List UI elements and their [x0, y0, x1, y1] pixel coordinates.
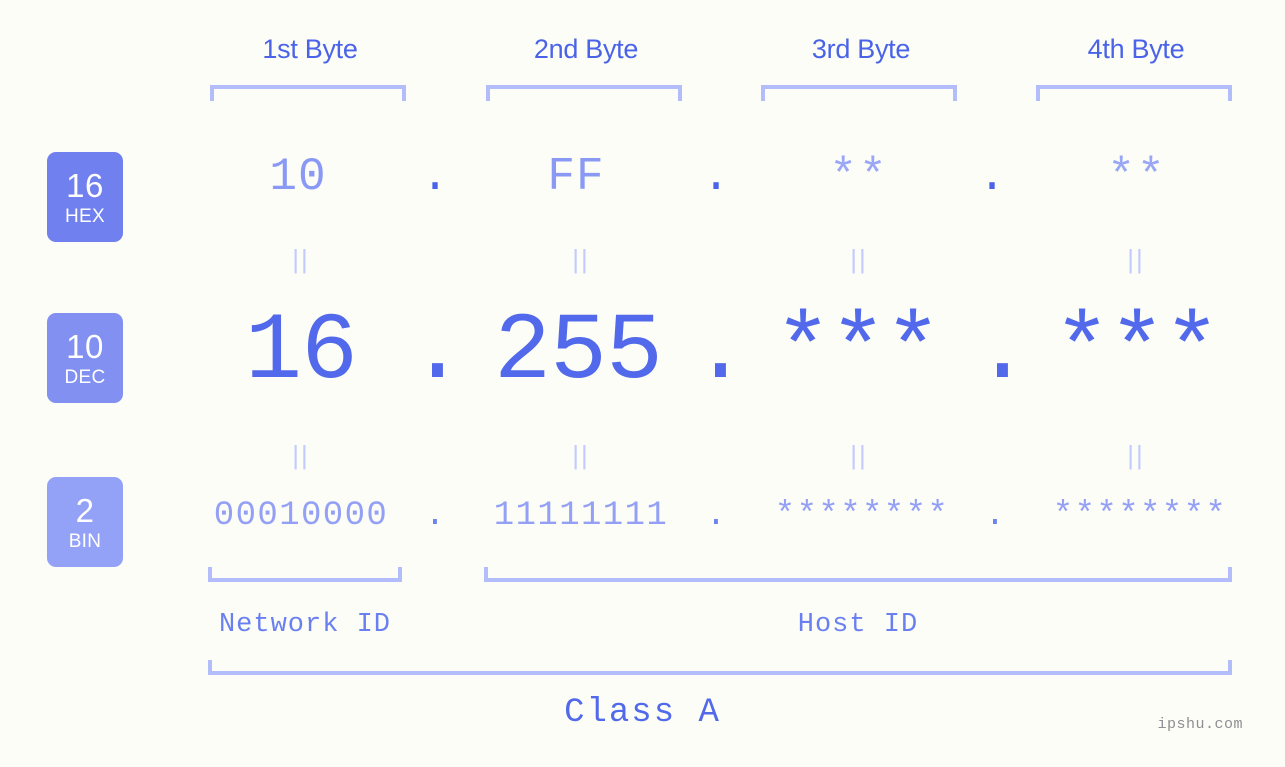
- byte-header-label-4: 4th Byte: [1087, 34, 1185, 64]
- bin-separator-2: .: [705, 497, 727, 535]
- dec-separator-2: .: [692, 298, 750, 406]
- equality-mark-hex-dec-2: ||: [572, 244, 590, 274]
- bin-separator-1: .: [424, 497, 446, 535]
- network-id-label: Network ID: [218, 610, 392, 640]
- base-badge-bin-number: 2: [75, 491, 95, 529]
- hex-byte-value-3: **: [829, 151, 889, 203]
- base-badge-hex: 16 HEX: [47, 152, 123, 242]
- byte-header-label-1: 1st Byte: [262, 34, 358, 64]
- base-badge-dec-name: DEC: [64, 366, 106, 388]
- byte-header-label-3: 3rd Byte: [811, 34, 911, 64]
- byte-bracket-top-3: [761, 85, 957, 101]
- equality-mark-hex-dec-4: ||: [1127, 244, 1145, 274]
- base-badge-dec-number: 10: [66, 327, 104, 365]
- network-id-bracket: [208, 567, 402, 582]
- base-badge-dec: 10 DEC: [47, 313, 123, 403]
- ip-class-label: Class A: [564, 694, 721, 732]
- byte-bracket-top-2: [486, 85, 682, 101]
- hex-byte-value-4: **: [1107, 151, 1167, 203]
- dec-byte-value-4: ***: [1053, 298, 1220, 406]
- hex-byte-value-1: 10: [269, 151, 327, 203]
- hex-separator-1: .: [421, 151, 449, 203]
- dec-separator-1: .: [409, 298, 467, 406]
- equality-mark-dec-bin-1: ||: [292, 440, 310, 470]
- dec-byte-value-2: 255: [493, 298, 663, 406]
- bin-byte-value-2: 11111111: [493, 497, 669, 535]
- bin-byte-value-1: 00010000: [213, 497, 389, 535]
- equality-mark-dec-bin-2: ||: [572, 440, 590, 470]
- site-watermark: ipshu.com: [1157, 716, 1243, 733]
- base-badge-hex-name: HEX: [65, 205, 105, 227]
- dec-byte-value-3: ***: [774, 298, 941, 406]
- hex-separator-2: .: [702, 151, 730, 203]
- dec-separator-3: .: [974, 298, 1032, 406]
- byte-bracket-top-1: [210, 85, 406, 101]
- bin-byte-value-4: ********: [1052, 497, 1228, 535]
- base-badge-bin: 2 BIN: [47, 477, 123, 567]
- equality-mark-hex-dec-1: ||: [292, 244, 310, 274]
- class-bracket: [208, 660, 1232, 675]
- ip-address-breakdown-diagram: 1st Byte 2nd Byte 3rd Byte 4th Byte 16 H…: [0, 0, 1285, 767]
- bin-byte-value-3: ********: [774, 497, 950, 535]
- base-badge-bin-name: BIN: [68, 530, 102, 552]
- equality-mark-dec-bin-3: ||: [850, 440, 868, 470]
- dec-byte-value-1: 16: [244, 298, 358, 406]
- hex-byte-value-2: FF: [547, 151, 605, 203]
- equality-mark-dec-bin-4: ||: [1127, 440, 1145, 470]
- equality-mark-hex-dec-3: ||: [850, 244, 868, 274]
- hex-separator-3: .: [978, 151, 1006, 203]
- byte-bracket-top-4: [1036, 85, 1232, 101]
- host-id-bracket: [484, 567, 1232, 582]
- base-badge-hex-number: 16: [66, 166, 104, 204]
- byte-header-label-2: 2nd Byte: [533, 34, 639, 64]
- bin-separator-3: .: [984, 497, 1006, 535]
- host-id-label: Host ID: [797, 610, 919, 640]
